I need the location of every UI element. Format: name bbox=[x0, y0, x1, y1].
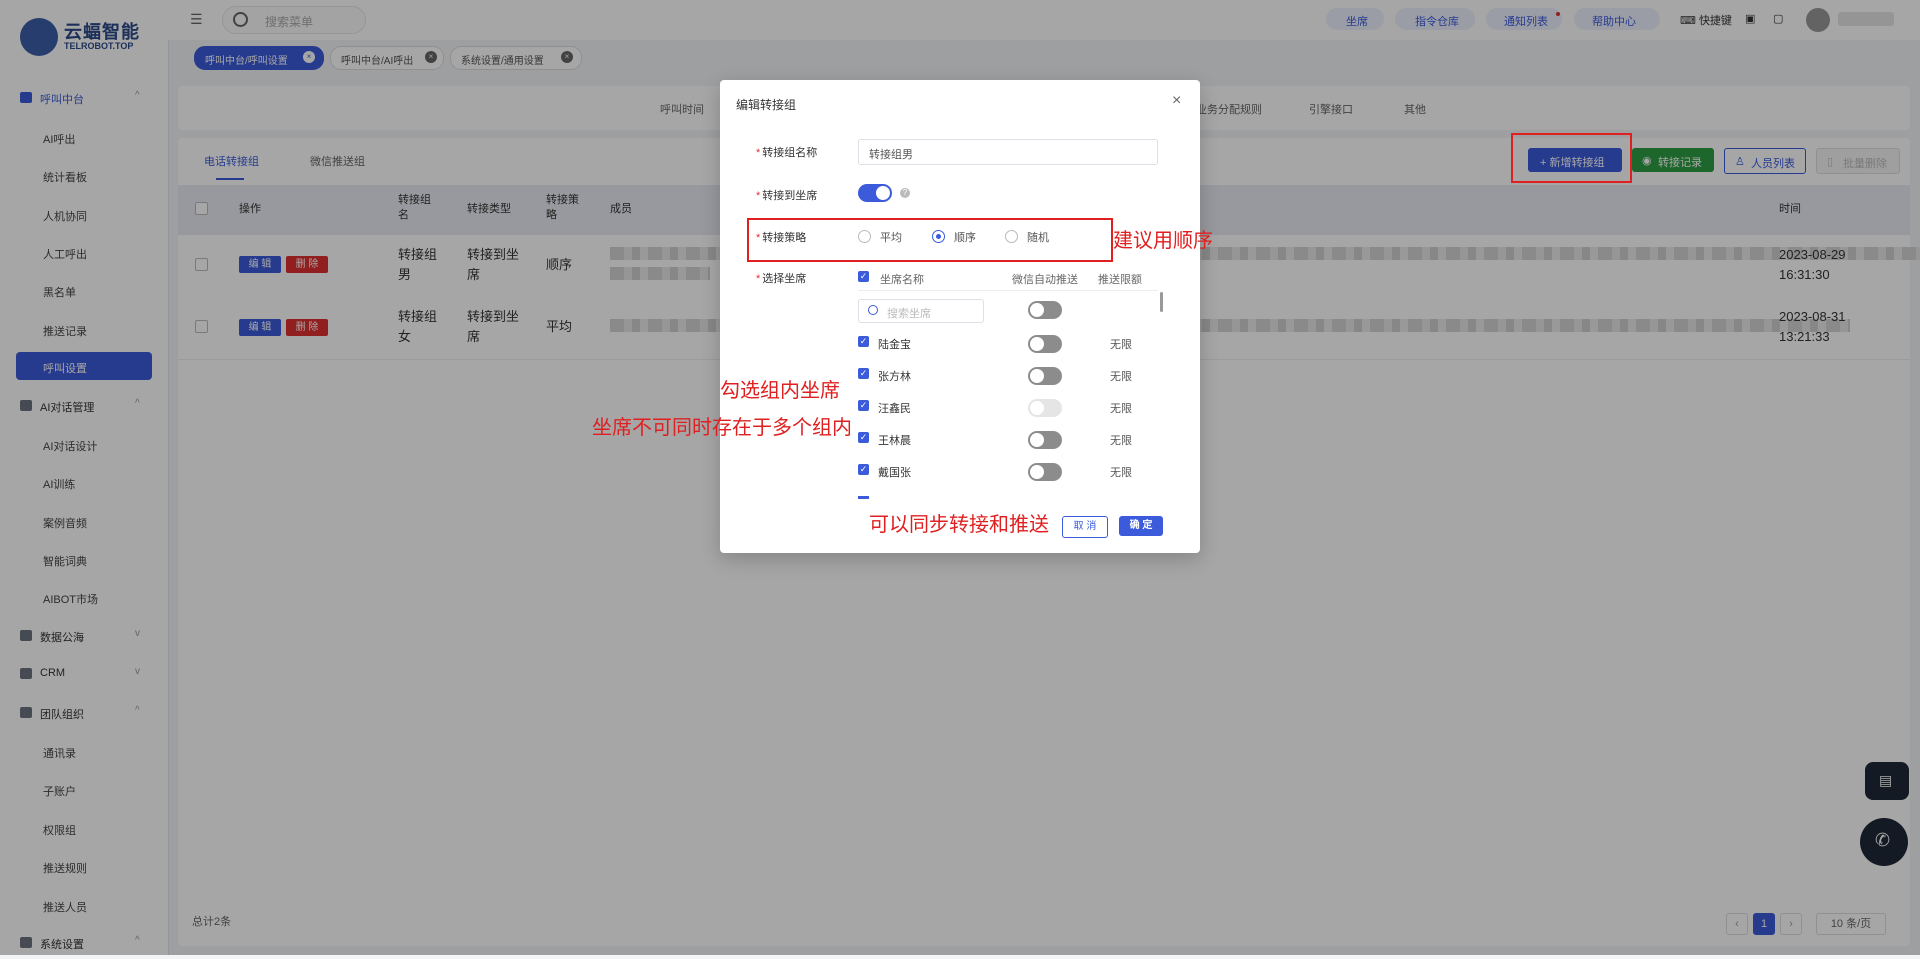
search-icon bbox=[868, 305, 878, 315]
divider bbox=[858, 290, 1158, 291]
dialog-title: 编辑转接组 bbox=[736, 98, 797, 112]
wechat-push-toggle[interactable] bbox=[1028, 431, 1062, 449]
seat-checkbox[interactable]: ✓ bbox=[858, 336, 869, 347]
wechat-push-all-toggle[interactable] bbox=[1028, 301, 1062, 319]
seat-checkbox[interactable]: ✓ bbox=[858, 432, 869, 443]
highlight-strategy bbox=[747, 218, 1113, 262]
select-seat-label: * 选择坐席 bbox=[756, 273, 807, 285]
seat-list-scrollbar[interactable] bbox=[1160, 292, 1163, 312]
seat-name: 张方林 bbox=[878, 371, 911, 383]
annotation-unique-tip: 坐席不可同时存在于多个组内 bbox=[592, 417, 852, 439]
seat-checkbox-partial bbox=[858, 496, 869, 499]
edit-transfer-group-dialog: 编辑转接组 × * 转接组名称 转接组男 * 转接到坐席 ? * 转接策略 平均 顺序… bbox=[720, 80, 1200, 553]
close-icon[interactable]: × bbox=[1172, 92, 1181, 110]
cancel-button[interactable]: 取 消 bbox=[1062, 516, 1108, 538]
seat-checkbox[interactable]: ✓ bbox=[858, 464, 869, 475]
annotation-check-tip: 勾选组内坐席 bbox=[720, 380, 840, 402]
transfer-to-seat-label: * 转接到坐席 bbox=[756, 190, 818, 202]
annotation-strategy-tip: 建议用顺序 bbox=[1113, 230, 1213, 252]
highlight-add-group bbox=[1511, 133, 1632, 183]
push-limit: 无限 bbox=[1110, 467, 1132, 479]
seat-name: 戴国张 bbox=[878, 467, 911, 479]
col-wechat-push: 微信自动推送 bbox=[1012, 274, 1078, 286]
seat-name: 汪鑫民 bbox=[878, 403, 911, 415]
seat-name: 王林晨 bbox=[878, 435, 911, 447]
wechat-push-toggle[interactable] bbox=[1028, 335, 1062, 353]
transfer-to-seat-toggle[interactable] bbox=[858, 184, 892, 202]
group-name-label: * 转接组名称 bbox=[756, 147, 818, 159]
push-limit: 无限 bbox=[1110, 339, 1132, 351]
confirm-button[interactable]: 确 定 bbox=[1119, 516, 1163, 536]
wechat-push-toggle[interactable] bbox=[1028, 463, 1062, 481]
seat-search-input[interactable]: 搜索坐席 bbox=[858, 299, 984, 323]
push-limit: 无限 bbox=[1110, 403, 1132, 415]
push-limit: 无限 bbox=[1110, 371, 1132, 383]
col-seat-name: 坐席名称 bbox=[880, 274, 924, 286]
help-icon[interactable]: ? bbox=[900, 188, 910, 198]
seat-checkbox[interactable]: ✓ bbox=[858, 400, 869, 411]
wechat-push-toggle[interactable] bbox=[1028, 399, 1062, 417]
annotation-sync-tip: 可以同步转接和推送 bbox=[869, 514, 1049, 536]
seat-name: 陆金宝 bbox=[878, 339, 911, 351]
col-push-limit: 推送限额 bbox=[1098, 274, 1142, 286]
seat-checkbox[interactable]: ✓ bbox=[858, 368, 869, 379]
select-all-seats-checkbox[interactable]: ✓ bbox=[858, 271, 869, 282]
push-limit: 无限 bbox=[1110, 435, 1132, 447]
group-name-input[interactable]: 转接组男 bbox=[858, 139, 1158, 165]
wechat-push-toggle[interactable] bbox=[1028, 367, 1062, 385]
